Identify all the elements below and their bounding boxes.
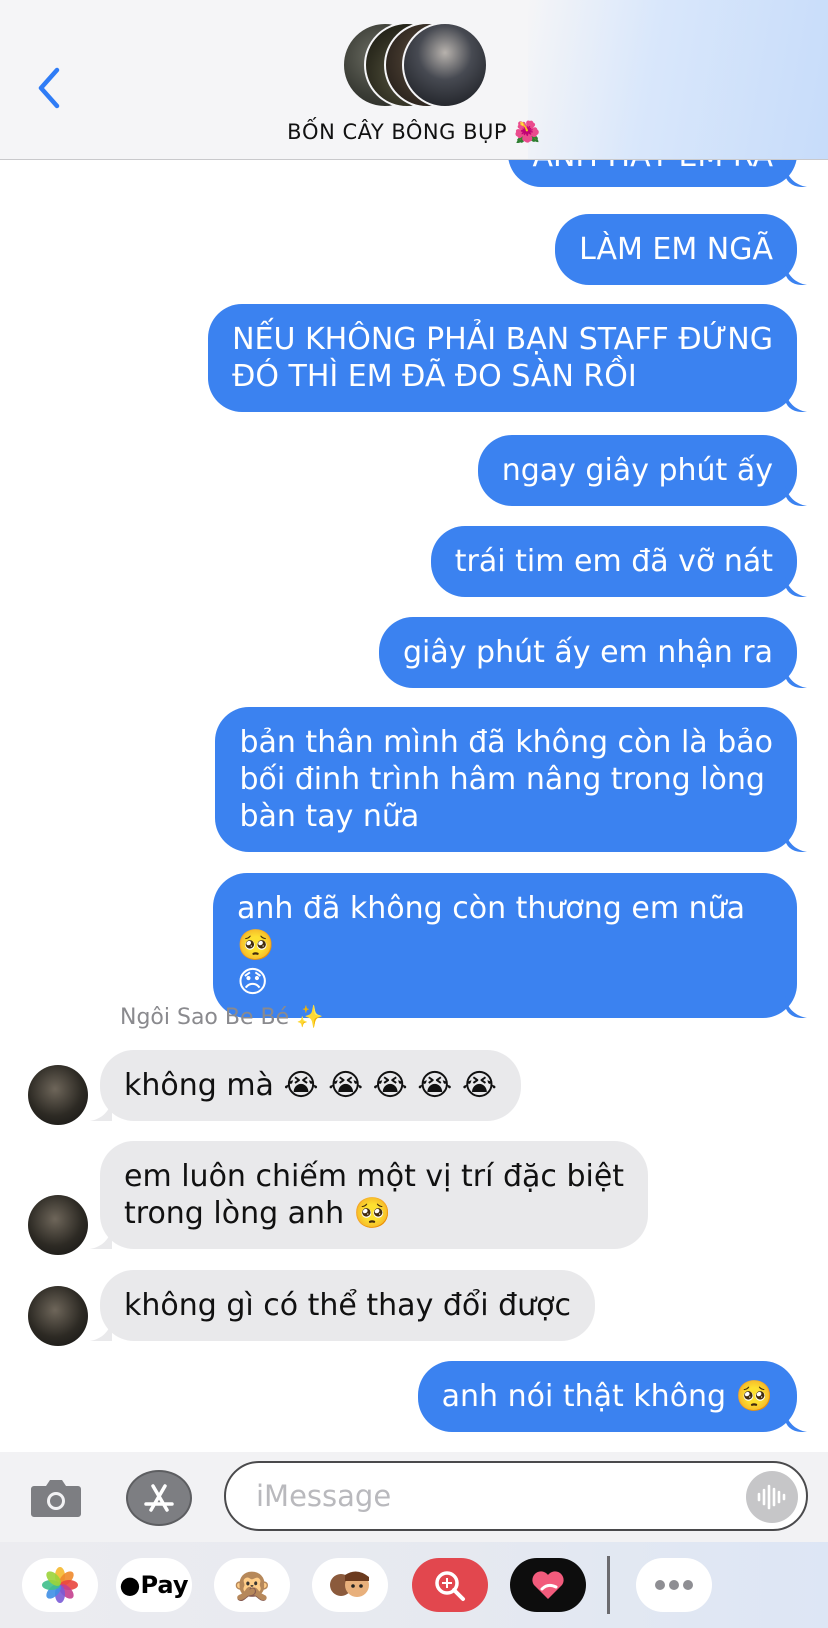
message-bubble-outgoing[interactable]: ngay giây phút ấy — [477, 435, 797, 506]
message-bubble-outgoing[interactable]: NẾU KHÔNG PHẢI BẠN STAFF ĐỨNG ĐÓ THÌ EM … — [208, 304, 797, 412]
message-bubble-incoming[interactable]: không mà 😭 😭 😭 😭 😭 — [100, 1050, 521, 1121]
audio-message-button[interactable] — [746, 1471, 798, 1523]
digital-touch-button[interactable] — [510, 1558, 586, 1612]
message-list: ANH HẤT EM RA LÀM EM NGÃ NẾU KHÔNG PHẢI … — [0, 159, 828, 1452]
group-avatars[interactable] — [342, 22, 492, 108]
apple-pay-icon: ●Pay — [119, 1571, 189, 1599]
photos-app-button[interactable] — [22, 1558, 98, 1612]
sender-name: Ngôi Sao Be Bé ✨ — [120, 1005, 324, 1030]
apple-logo-icon: ● — [119, 1571, 141, 1599]
compose-bar: iMessage — [0, 1452, 828, 1542]
message-bubble-outgoing[interactable]: LÀM EM NGÃ — [555, 214, 797, 285]
input-placeholder: iMessage — [256, 1479, 392, 1513]
avatar[interactable] — [28, 1286, 88, 1346]
app-store-button[interactable] — [126, 1470, 192, 1526]
photos-icon — [42, 1567, 78, 1603]
image-search-icon — [435, 1571, 465, 1601]
camera-button[interactable] — [30, 1474, 82, 1520]
avatar — [402, 22, 488, 108]
app-store-icon — [144, 1484, 174, 1512]
memoji-icon — [330, 1571, 369, 1597]
digital-touch-icon — [532, 1571, 564, 1599]
apple-pay-button[interactable]: ●Pay — [116, 1558, 192, 1612]
animoji-button[interactable]: 🙊 — [214, 1558, 290, 1612]
message-bubble-outgoing[interactable]: ANH HẤT EM RA — [508, 159, 797, 187]
memoji-button[interactable] — [312, 1558, 388, 1612]
message-bubble-outgoing[interactable]: trái tim em đã vỡ nát — [430, 526, 797, 597]
back-button[interactable] — [28, 60, 68, 116]
conversation-header: BỐN CÂY BÔNG BỤP 🌺 — [0, 0, 828, 160]
message-bubble-incoming[interactable]: không gì có thể thay đổi được — [100, 1270, 596, 1341]
message-bubble-outgoing[interactable]: anh đã không còn thương em nữa 🥺 😞 — [213, 873, 797, 1018]
message-bubble-outgoing[interactable]: bản thân mình đã không còn là bảo bối đi… — [215, 707, 797, 852]
drawer-divider — [607, 1556, 610, 1614]
message-bubble-outgoing[interactable]: giây phút ấy em nhận ra — [379, 617, 797, 688]
message-input[interactable]: iMessage — [224, 1461, 808, 1531]
monkey-emoji-icon: 🙊 — [232, 1566, 272, 1604]
avatar[interactable] — [28, 1195, 88, 1255]
message-bubble-incoming[interactable]: em luôn chiếm một vị trí đặc biệt trong … — [100, 1141, 649, 1249]
app-drawer: ●Pay 🙊 — [0, 1542, 828, 1628]
waveform-icon — [757, 1484, 786, 1510]
more-apps-button[interactable] — [636, 1558, 712, 1612]
camera-icon — [31, 1480, 81, 1517]
chevron-left-icon — [38, 67, 60, 109]
image-search-button[interactable] — [412, 1558, 488, 1612]
avatar[interactable] — [28, 1065, 88, 1125]
chat-title[interactable]: BỐN CÂY BÔNG BỤP 🌺 — [0, 120, 828, 145]
message-bubble-outgoing[interactable]: anh nói thật không 🥺 — [417, 1361, 797, 1432]
more-icon — [655, 1580, 693, 1590]
